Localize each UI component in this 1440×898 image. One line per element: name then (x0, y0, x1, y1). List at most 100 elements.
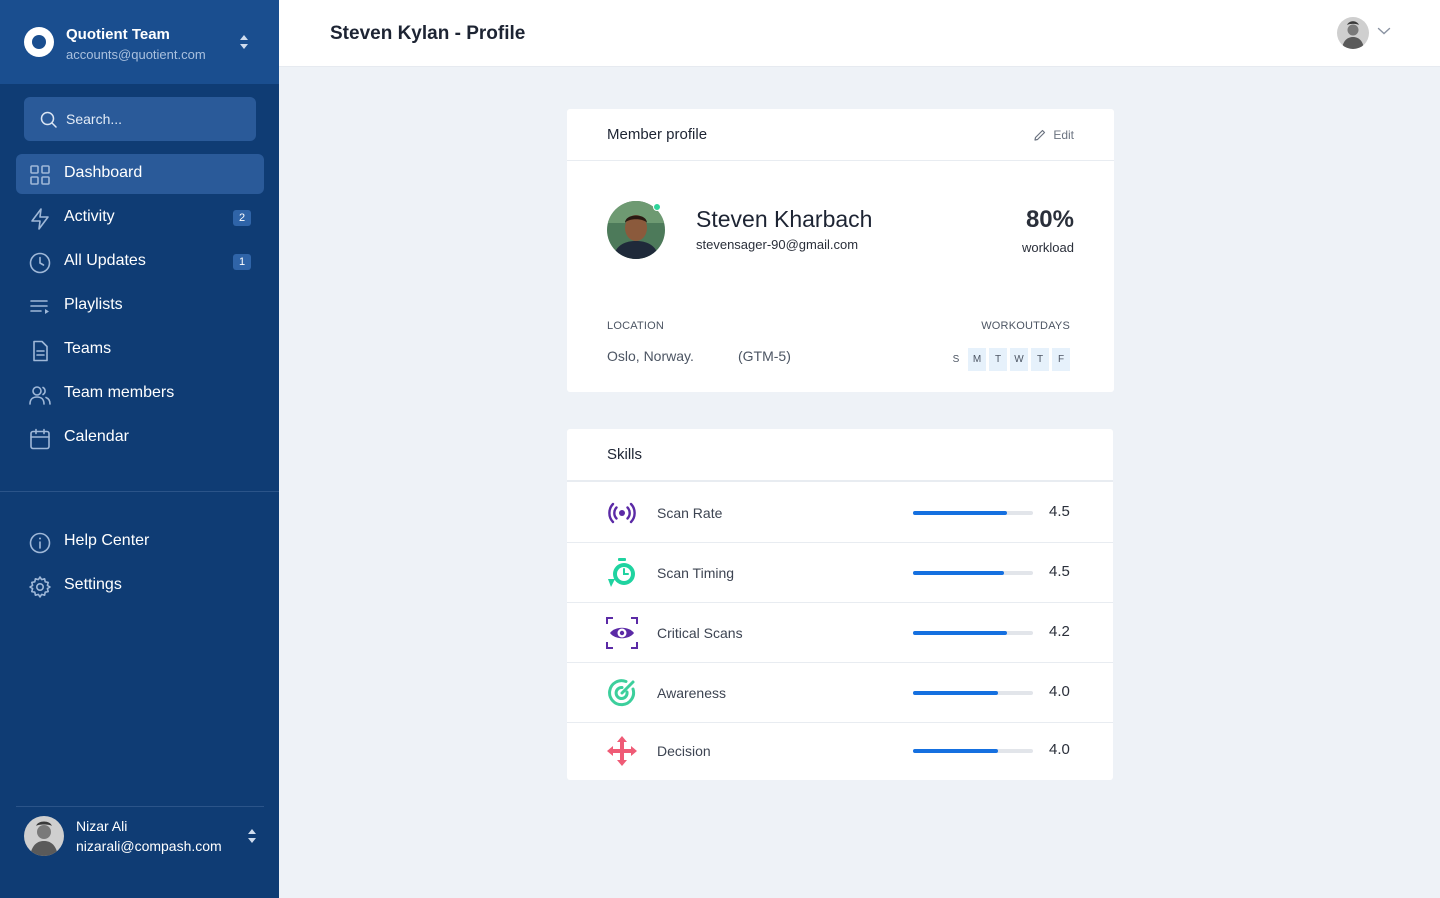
top-avatar-image (1337, 17, 1369, 49)
location-value: Oslo, Norway. (607, 348, 694, 364)
skill-value: 4.0 (1049, 683, 1070, 700)
skill-value: 4.0 (1049, 741, 1070, 758)
user-menu-arrows-icon[interactable] (247, 829, 257, 843)
skill-row: Awareness 4.0 (567, 663, 1113, 723)
skill-row: Scan Timing 4.5 (567, 543, 1113, 603)
skill-row: Critical Scans 4.2 (567, 603, 1113, 663)
workdays-label: WORKOUTDAYS (981, 320, 1070, 332)
lightning-icon (31, 208, 49, 230)
edit-label: Edit (1053, 127, 1074, 142)
nav-label: Team members (64, 384, 175, 401)
nav-label: Dashboard (64, 164, 143, 181)
member-name: Steven Kharbach (696, 206, 873, 232)
nav-label: Calendar (64, 428, 129, 445)
nav-label: Playlists (64, 296, 123, 313)
location-label: LOCATION (607, 320, 665, 332)
count-badge: 2 (233, 210, 251, 226)
nav-item-team-members[interactable]: Team members (16, 374, 264, 414)
skill-bar (913, 631, 1033, 635)
search-input[interactable] (66, 109, 246, 129)
skills-card: Skills Scan Rate 4.5 Scan Timing 4.5 Cri… (567, 429, 1113, 780)
card-header: Member profile Edit (567, 109, 1114, 161)
skill-bar (913, 749, 1033, 753)
skill-row: Decision 4.0 (567, 721, 1113, 781)
card-header: Skills (567, 429, 1113, 482)
clock-icon (29, 252, 51, 274)
skill-bar (913, 511, 1033, 515)
document-icon (33, 340, 48, 362)
sidebar-divider (0, 491, 279, 492)
card-title: Member profile (607, 126, 708, 143)
calendar-icon (30, 428, 50, 450)
skill-bar (913, 691, 1033, 695)
broadcast-icon (608, 502, 636, 524)
nav-item-all-updates[interactable]: All Updates 1 (16, 242, 264, 282)
search-box[interactable] (24, 97, 256, 141)
team-email: accounts@quotient.com (66, 47, 206, 62)
card-title: Skills (607, 446, 643, 463)
user-avatar-image (24, 816, 64, 856)
team-logo-icon (24, 27, 54, 57)
skill-name: Scan Timing (657, 565, 735, 581)
sidebar-divider (16, 806, 264, 807)
skill-name: Critical Scans (657, 625, 743, 641)
nav-item-activity[interactable]: Activity 2 (16, 198, 264, 238)
skill-value: 4.5 (1049, 503, 1070, 520)
users-icon (29, 386, 51, 405)
nav-label: Activity (64, 208, 115, 225)
nav-label: Help Center (64, 532, 150, 549)
nav-item-help-center[interactable]: Help Center (16, 522, 264, 562)
skill-bar-fill (913, 691, 999, 695)
day-chip: F (1052, 348, 1070, 371)
nav-label: Settings (64, 576, 122, 593)
skill-bar-fill (913, 631, 1007, 635)
member-email: stevensager-90@gmail.com (696, 237, 859, 252)
chevron-down-icon[interactable] (1377, 26, 1391, 36)
skill-name: Scan Rate (657, 505, 723, 521)
skill-bar-fill (913, 571, 1005, 575)
count-badge: 1 (233, 254, 251, 270)
gear-icon (29, 576, 51, 598)
edit-button[interactable]: Edit (1033, 126, 1074, 144)
playlist-icon (30, 300, 49, 314)
avatar[interactable] (1337, 17, 1369, 49)
sort-arrows-icon[interactable] (239, 35, 249, 49)
nav-item-dashboard[interactable]: Dashboard (16, 154, 264, 194)
user-name: Nizar Ali (76, 818, 128, 834)
pencil-icon (1034, 129, 1045, 141)
target-icon (608, 679, 636, 707)
online-status-dot (653, 203, 661, 211)
skill-row: Scan Rate 4.5 (567, 483, 1113, 543)
skill-value: 4.2 (1049, 623, 1070, 640)
topbar: Steven Kylan - Profile (279, 0, 1440, 67)
avatar[interactable] (24, 816, 64, 856)
search-icon (40, 111, 57, 128)
workload-label: workload (1021, 240, 1074, 255)
nav-item-playlists[interactable]: Playlists (16, 286, 264, 326)
page-title: Steven Kylan - Profile (330, 23, 526, 44)
workload-value: 80% (1025, 206, 1074, 233)
day-chip: T (1031, 348, 1049, 371)
user-email: nizarali@compash.com (76, 838, 222, 854)
info-icon (29, 532, 51, 554)
day-chip: S (952, 354, 960, 365)
nav-item-teams[interactable]: Teams (16, 330, 264, 370)
nav-label: Teams (64, 340, 112, 357)
team-name: Quotient Team (66, 26, 170, 43)
skill-bar (913, 571, 1033, 575)
day-chip: M (968, 348, 986, 371)
nav-label: All Updates (64, 252, 146, 269)
timezone-value: (GTM-5) (738, 348, 791, 364)
stopwatch-icon (608, 558, 635, 587)
nav-item-settings[interactable]: Settings (16, 566, 264, 606)
skill-bar-fill (913, 749, 999, 753)
day-chip: W (1010, 348, 1028, 371)
grid-icon (30, 165, 50, 185)
eye-scan-icon (606, 617, 638, 649)
skill-bar-fill (913, 511, 1007, 515)
nav-item-calendar[interactable]: Calendar (16, 418, 264, 458)
day-chip: T (989, 348, 1007, 371)
team-switcher[interactable]: Quotient Team accounts@quotient.com (0, 0, 279, 84)
member-profile-card: Member profile Edit Steven Kharbach stev… (567, 109, 1114, 392)
crossroads-icon (607, 736, 637, 766)
